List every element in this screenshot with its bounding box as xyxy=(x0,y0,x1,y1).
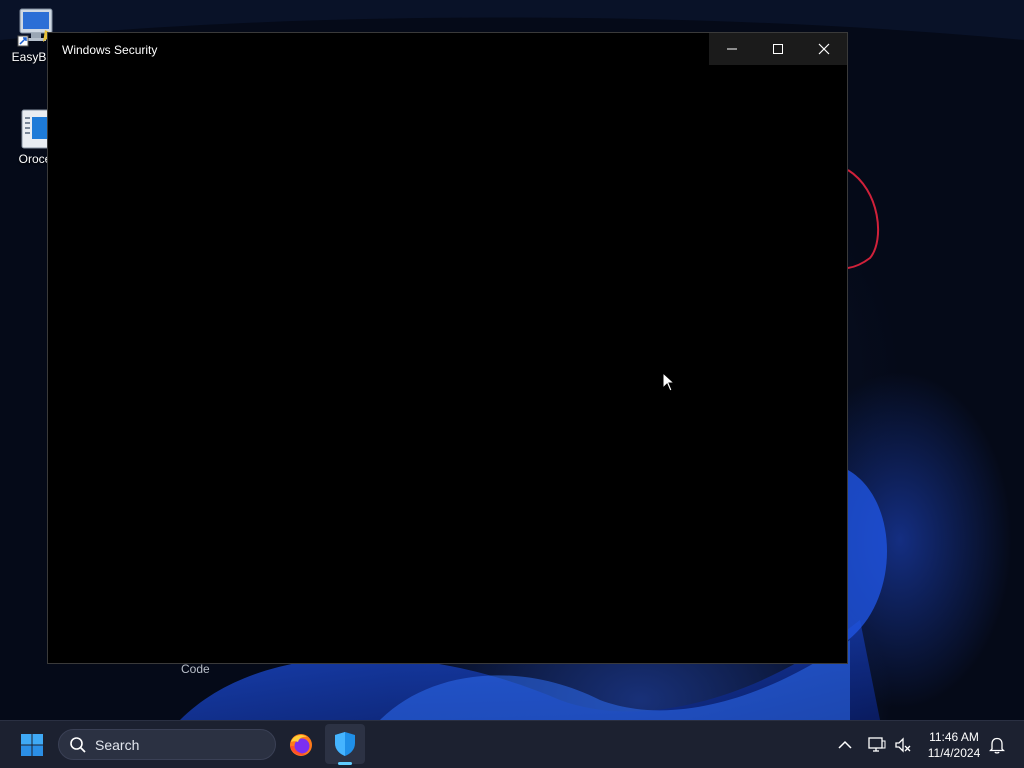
firefox-icon xyxy=(290,734,312,756)
window-controls xyxy=(709,33,847,65)
maximize-icon xyxy=(773,44,783,54)
mouse-cursor-icon xyxy=(662,372,676,392)
maximize-button[interactable] xyxy=(755,33,801,65)
clock-time: 11:46 AM xyxy=(929,730,979,744)
start-button[interactable] xyxy=(14,727,50,763)
taskbar-app-windows-security-icon-wrap xyxy=(325,724,365,764)
notification-button[interactable] xyxy=(984,731,1010,759)
minimize-icon xyxy=(727,48,737,50)
search-icon xyxy=(70,736,86,753)
window-title: Windows Security xyxy=(62,43,158,57)
chevron-up-icon xyxy=(838,740,852,749)
bell-icon xyxy=(989,737,1005,754)
window-content xyxy=(48,66,847,663)
windows-start-icon xyxy=(21,734,43,756)
taskbar-app-firefox[interactable] xyxy=(282,725,320,765)
tray-overflow-button[interactable] xyxy=(832,731,858,759)
active-app-indicator xyxy=(338,762,352,765)
desktop: EasyBCI Oroce Code Windows Security xyxy=(0,0,1024,720)
network-icon xyxy=(868,737,886,752)
tray-network-button[interactable] xyxy=(864,731,890,759)
taskbar: Search 11:46 AM 11/4/2024 xyxy=(0,720,1024,768)
tray-clock[interactable]: 11:46 AM 11/4/2024 xyxy=(918,729,990,761)
volume-muted-icon xyxy=(895,737,911,753)
tray-volume-button[interactable] xyxy=(890,731,916,759)
windows-security-shield-icon xyxy=(335,732,355,756)
windows-security-window[interactable]: Windows Security xyxy=(47,32,848,664)
window-titlebar[interactable]: Windows Security xyxy=(48,33,847,66)
clock-date: 11/4/2024 xyxy=(927,746,981,760)
close-button[interactable] xyxy=(801,33,847,65)
close-icon xyxy=(818,43,830,55)
search-placeholder: Search xyxy=(95,736,140,753)
minimize-button[interactable] xyxy=(709,33,755,65)
taskbar-search-box[interactable]: Search xyxy=(58,729,276,760)
desktop-icon-label-partial: Code xyxy=(181,662,210,676)
